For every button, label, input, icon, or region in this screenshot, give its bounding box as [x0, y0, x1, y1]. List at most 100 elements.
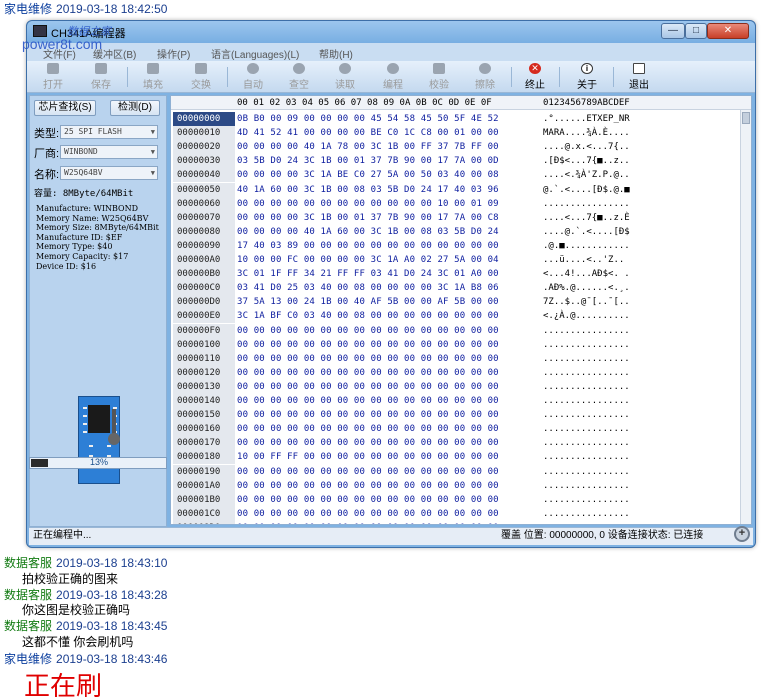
hex-bytes[interactable]: 0B B0 00 09 00 00 00 00 45 54 58 45 50 5… — [237, 112, 499, 126]
hex-ascii[interactable]: ................ — [543, 521, 630, 524]
hex-bytes[interactable]: 00 00 00 00 00 00 00 00 00 00 00 00 00 0… — [237, 324, 499, 338]
hex-row[interactable]: 00000140 00 00 00 00 00 00 00 00 00 00 00… — [171, 394, 741, 408]
blank-check-button[interactable]: 查空 — [279, 63, 319, 91]
hex-row[interactable]: 000000F0 00 00 00 00 00 00 00 00 00 00 00… — [171, 323, 741, 338]
minimize-button[interactable]: — — [661, 23, 685, 39]
hex-ascii[interactable]: ....<.¾À'Z.P.@.. — [543, 168, 630, 182]
hex-bytes[interactable]: 03 41 D0 25 03 40 00 08 00 00 00 00 3C 1… — [237, 281, 499, 295]
hex-ascii[interactable]: .°......ETXEP_NR — [543, 112, 630, 126]
hex-row[interactable]: 00000150 00 00 00 00 00 00 00 00 00 00 00… — [171, 408, 741, 423]
hex-ascii[interactable]: ................ — [543, 408, 630, 422]
hex-bytes[interactable]: 00 00 00 00 00 00 00 00 00 00 00 00 00 0… — [237, 408, 499, 422]
hex-ascii[interactable]: ....<...7{■..z.È — [543, 211, 630, 225]
save-button[interactable]: 保存 — [81, 63, 121, 91]
hex-row[interactable]: 00000090 17 40 03 89 00 00 00 00 00 00 00… — [171, 238, 741, 253]
hex-ascii[interactable]: @.`.<....[Ð$.@.■ — [543, 183, 630, 197]
find-chip-button[interactable]: 芯片查找(S) — [34, 100, 96, 116]
hex-ascii[interactable]: ................ — [543, 324, 630, 338]
hex-row[interactable]: 00000130 00 00 00 00 00 00 00 00 00 00 00… — [171, 379, 741, 394]
menu-operation[interactable]: 操作(P) — [157, 46, 190, 61]
hex-row[interactable]: 000000B0 3C 01 1F FF 34 21 FF FF 03 41 D0… — [171, 267, 741, 282]
title-bar[interactable]: CH341A编程器 数据之家 — □ ✕ — [27, 21, 755, 43]
hex-row[interactable]: 00000040 00 00 00 00 3C 1A BE C0 27 5A 00… — [171, 168, 741, 183]
hex-row[interactable]: 000001A0 00 00 00 00 00 00 00 00 00 00 00… — [171, 478, 741, 493]
hex-row[interactable]: 00000030 03 5B D0 24 3C 1B 00 01 37 7B 90… — [171, 154, 741, 169]
hex-bytes[interactable]: 00 00 00 00 00 00 00 00 00 00 00 00 00 0… — [237, 493, 499, 507]
hex-row[interactable]: 00000080 00 00 00 00 40 1A 60 00 3C 1B 00… — [171, 224, 741, 239]
hex-bytes[interactable]: 00 00 00 00 00 00 00 00 00 00 00 00 00 0… — [237, 521, 499, 524]
hex-row[interactable]: 000000A0 10 00 00 FC 00 00 00 00 3C 1A A0… — [171, 253, 741, 267]
hex-ascii[interactable]: ................ — [543, 197, 630, 211]
hex-bytes[interactable]: 03 5B D0 24 3C 1B 00 01 37 7B 90 00 17 7… — [237, 154, 499, 168]
hex-bytes[interactable]: 10 00 FF FF 00 00 00 00 00 00 00 00 00 0… — [237, 450, 499, 464]
erase-button[interactable]: 擦除 — [465, 63, 505, 91]
hex-ascii[interactable]: ...ü....<..'Z.. — [543, 253, 624, 267]
hex-row[interactable]: 00000120 00 00 00 00 00 00 00 00 00 00 00… — [171, 365, 741, 380]
exit-button[interactable]: 退出 — [619, 63, 659, 91]
hex-ascii[interactable]: MARA....¾À.È.... — [543, 126, 630, 140]
hex-ascii[interactable]: ................ — [543, 422, 630, 436]
hex-ascii[interactable]: <...4!...AÐ$<. . — [543, 267, 630, 281]
program-button[interactable]: 编程 — [373, 63, 413, 91]
hex-row[interactable]: 00000100 00 00 00 00 00 00 00 00 00 00 00… — [171, 337, 741, 352]
type-select[interactable]: 25 SPI FLASH ▼ — [60, 125, 158, 139]
hex-ascii[interactable]: .@.■............ — [543, 239, 630, 253]
hex-bytes[interactable]: 00 00 00 00 00 00 00 00 00 00 00 00 00 0… — [237, 507, 499, 521]
zoom-icon[interactable]: + — [734, 526, 750, 542]
vertical-scrollbar[interactable] — [740, 110, 751, 524]
hex-bytes[interactable]: 4D 41 52 41 00 00 00 00 BE C0 1C C8 00 0… — [237, 126, 499, 140]
hex-bytes[interactable]: 00 00 00 00 40 1A 60 00 3C 1B 00 08 03 5… — [237, 225, 499, 239]
hex-bytes[interactable]: 00 00 00 00 00 00 00 00 00 00 00 00 00 0… — [237, 479, 499, 493]
auto-button[interactable]: 自动 — [233, 63, 273, 91]
maximize-button[interactable]: □ — [685, 23, 707, 39]
hex-row[interactable]: 000001C0 00 00 00 00 00 00 00 00 00 00 00… — [171, 506, 741, 521]
hex-row[interactable]: 00000190 00 00 00 00 00 00 00 00 00 00 00… — [171, 464, 741, 479]
hex-row[interactable]: 00000110 00 00 00 00 00 00 00 00 00 00 00… — [171, 351, 741, 366]
hex-ascii[interactable]: ................ — [543, 507, 630, 521]
vendor-select[interactable]: WINBOND ▼ — [60, 145, 158, 159]
hex-row[interactable]: 000000C0 03 41 D0 25 03 40 00 08 00 00 00… — [171, 281, 741, 296]
hex-bytes[interactable]: 17 40 03 89 00 00 00 00 00 00 00 00 00 0… — [237, 239, 499, 253]
hex-row[interactable]: 00000000 0B B0 00 09 00 00 00 00 45 54 58… — [171, 112, 741, 126]
hex-row[interactable]: 00000010 4D 41 52 41 00 00 00 00 BE C0 1C… — [171, 126, 741, 141]
hex-ascii[interactable]: ................ — [543, 436, 630, 450]
stop-button[interactable]: ✕ 终止 — [515, 63, 555, 91]
hex-bytes[interactable]: 3C 1A BF C0 03 40 00 08 00 00 00 00 00 0… — [237, 309, 499, 323]
menu-help[interactable]: 帮助(H) — [319, 46, 353, 61]
hex-ascii[interactable]: <.¿À.@.......... — [543, 309, 630, 323]
hex-bytes[interactable]: 40 1A 60 00 3C 1B 00 08 03 5B D0 24 17 4… — [237, 183, 499, 197]
hex-row[interactable]: 00000180 10 00 FF FF 00 00 00 00 00 00 00… — [171, 450, 741, 465]
hex-bytes[interactable]: 00 00 00 00 00 00 00 00 00 00 00 00 00 0… — [237, 352, 499, 366]
hex-bytes[interactable]: 00 00 00 00 00 00 00 00 00 00 00 00 00 0… — [237, 394, 499, 408]
hex-row[interactable]: 000001D000 00 00 00 00 00 00 00 00 00 00… — [171, 520, 741, 524]
hex-editor[interactable]: 00 01 02 03 04 05 06 07 08 09 0A 0B 0C 0… — [170, 95, 752, 525]
hex-ascii[interactable]: ................ — [543, 465, 630, 479]
swap-button[interactable]: 交换 — [181, 63, 221, 91]
hex-bytes[interactable]: 37 5A 13 00 24 1B 00 40 AF 5B 00 00 AF 5… — [237, 295, 499, 309]
hex-row[interactable]: 00000050 40 1A 60 00 3C 1B 00 08 03 5B D0… — [171, 182, 741, 197]
hex-bytes[interactable]: 00 00 00 00 00 00 00 00 00 00 00 00 00 0… — [237, 338, 499, 352]
hex-row[interactable]: 000001B0 00 00 00 00 00 00 00 00 00 00 00… — [171, 492, 741, 507]
hex-ascii[interactable]: ................ — [543, 338, 630, 352]
hex-bytes[interactable]: 00 00 00 00 3C 1B 00 01 37 7B 90 00 17 7… — [237, 211, 499, 225]
hex-row[interactable]: 00000170 00 00 00 00 00 00 00 00 00 00 00… — [171, 436, 741, 451]
name-select[interactable]: W25Q64BV ▼ — [60, 166, 158, 180]
hex-bytes[interactable]: 3C 01 1F FF 34 21 FF FF 03 41 D0 24 3C 0… — [237, 267, 499, 281]
hex-ascii[interactable]: ................ — [543, 479, 630, 493]
hex-ascii[interactable]: ....@.`.<....[Ð$ — [543, 225, 630, 239]
hex-ascii[interactable]: ................ — [543, 352, 630, 366]
read-button[interactable]: 读取 — [325, 63, 365, 91]
hex-ascii[interactable]: ....@.x.<...7{.. — [543, 140, 630, 154]
hex-bytes[interactable]: 00 00 00 00 00 00 00 00 00 00 00 00 00 0… — [237, 366, 499, 380]
hex-ascii[interactable]: 7Z..$..@¯[..¯[.. — [543, 295, 630, 309]
hex-row[interactable]: 00000060 00 00 00 00 00 00 00 00 00 00 00… — [171, 196, 741, 211]
scroll-thumb[interactable] — [742, 112, 750, 124]
hex-bytes[interactable]: 00 00 00 00 00 00 00 00 00 00 00 00 00 0… — [237, 380, 499, 394]
fill-button[interactable]: 填充 — [133, 63, 173, 91]
hex-bytes[interactable]: 00 00 00 00 00 00 00 00 00 00 00 00 10 0… — [237, 197, 499, 211]
close-button[interactable]: ✕ — [707, 23, 749, 39]
hex-ascii[interactable]: ................ — [543, 450, 630, 464]
hex-row[interactable]: 00000160 00 00 00 00 00 00 00 00 00 00 00… — [171, 422, 741, 437]
hex-bytes[interactable]: 00 00 00 00 00 00 00 00 00 00 00 00 00 0… — [237, 465, 499, 479]
open-button[interactable]: 打开 — [33, 63, 73, 91]
